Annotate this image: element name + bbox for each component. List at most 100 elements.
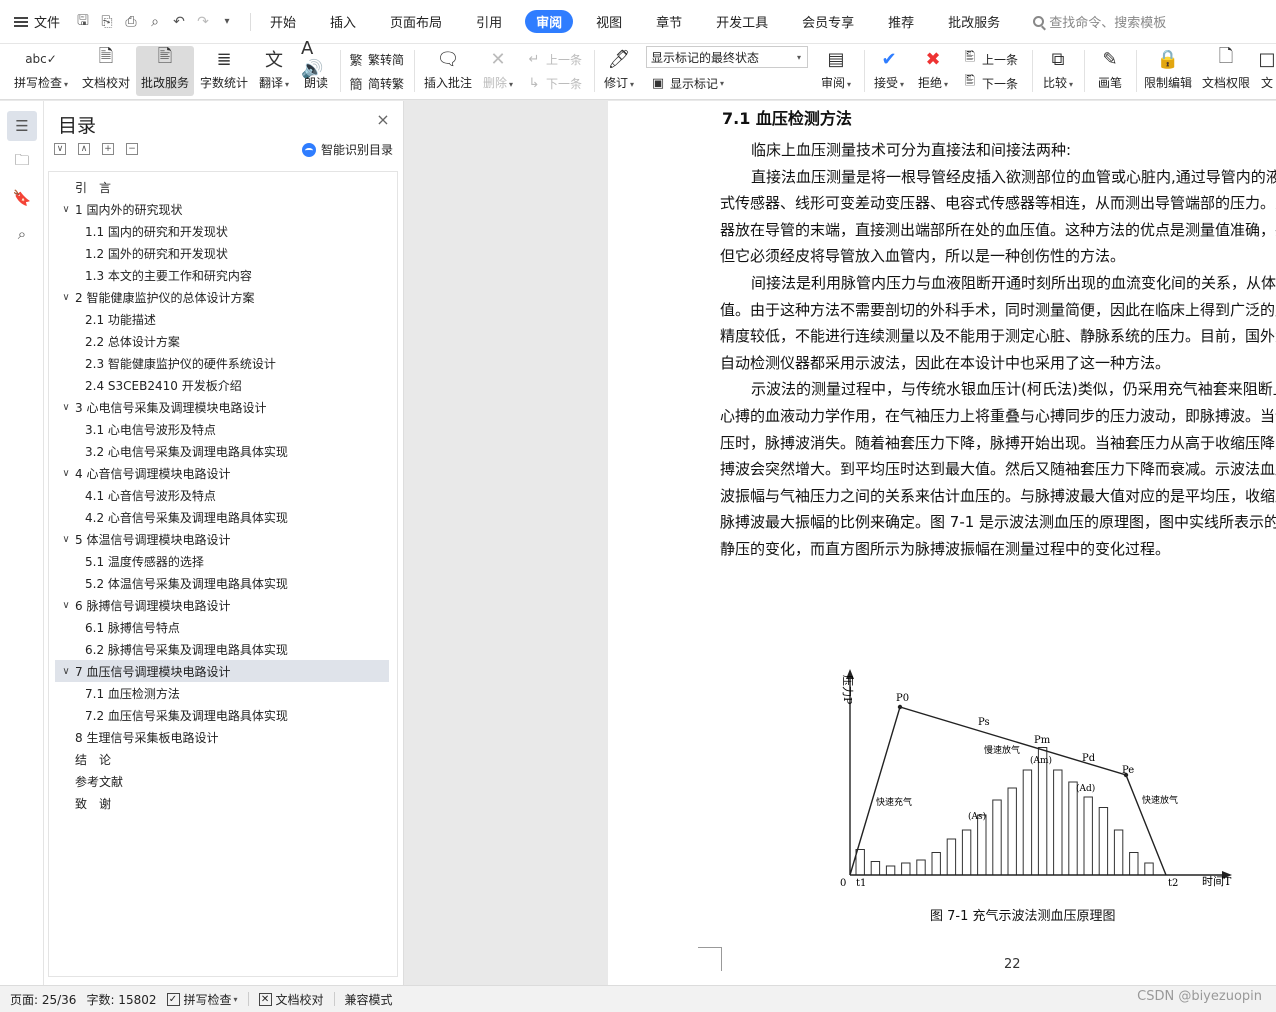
next-change-button[interactable]: 🖺 下一条 (962, 73, 1018, 93)
word-count-button[interactable]: ≣ 字数统计 (198, 46, 250, 96)
chevron-down-icon[interactable]: ∨ (61, 468, 71, 479)
toc-item[interactable]: 4.2 心音信号采集及调理电路具体实现 (55, 506, 389, 528)
bookmark-icon[interactable]: 🔖 (7, 183, 37, 213)
tab-2[interactable]: 页面布局 (379, 10, 453, 33)
toc-item[interactable]: 2.1 功能描述 (55, 308, 389, 330)
body-text[interactable]: 临床上血压测量技术可分为直接法和间接法两种: 直接法血压测量是将一根导管经皮插入欲… (720, 137, 1276, 563)
restrict-edit-button[interactable]: 🔒 限制编辑 (1142, 46, 1194, 96)
customize-dropdown-icon[interactable]: ▾ (218, 13, 236, 31)
toc-item[interactable]: 致 谢 (55, 792, 389, 814)
doc-proof-status[interactable]: ✕ 文档校对 (258, 991, 324, 1008)
translate-button[interactable]: 文 翻译 ▾ (256, 46, 292, 96)
spell-check-button[interactable]: abc✓ 拼写检查 ▾ (10, 46, 72, 96)
toc-item[interactable]: 参考文献 (55, 770, 389, 792)
toc-item[interactable]: 1.3 本文的主要工作和研究内容 (55, 264, 389, 286)
toc-item[interactable]: 6.2 脉搏信号采集及调理电路具体实现 (55, 638, 389, 660)
export-pdf-icon[interactable]: ⎘ (98, 13, 116, 31)
next-comment-button[interactable]: ↳ 下一条 (526, 73, 582, 93)
doc-proof-button[interactable]: 🗎 文档校对 (80, 46, 132, 96)
toc-item[interactable]: 引 言 (55, 176, 389, 198)
chevron-down-icon[interactable]: ∨ (61, 402, 71, 413)
chevron-down-icon[interactable]: ∨ (61, 204, 71, 215)
toc-nav-icon[interactable]: ☰ (7, 111, 37, 141)
word-count-indicator[interactable]: 字数: 15802 (86, 991, 156, 1008)
close-icon[interactable]: × (376, 112, 390, 128)
toc-item[interactable]: ∨ 1 国内外的研究现状 (55, 198, 389, 220)
compare-button[interactable]: ⧉ 比较 ▾ (1038, 46, 1078, 96)
reject-button[interactable]: ✖ 拒绝 ▾ (914, 46, 952, 96)
tab-7[interactable]: 开发工具 (705, 10, 779, 33)
command-search[interactable]: 查找命令、搜索模板 (1033, 12, 1166, 31)
chevron-down-icon[interactable]: ∨ (61, 292, 71, 303)
undo-icon[interactable]: ↶ (170, 13, 188, 31)
markup-mode-select[interactable]: 显示标记的最终状态 ▾ (646, 46, 808, 68)
chevron-down-icon[interactable]: ∨ (61, 666, 71, 677)
toc-item[interactable]: ∨ 5 体温信号调理模块电路设计 (55, 528, 389, 550)
toc-item[interactable]: 5.1 温度传感器的选择 (55, 550, 389, 572)
tab-5[interactable]: 视图 (585, 10, 633, 33)
toc-item[interactable]: 7.1 血压检测方法 (55, 682, 389, 704)
print-preview-icon[interactable]: ⌕ (146, 13, 164, 31)
collapse-all-icon[interactable]: ∨ (54, 143, 66, 155)
prev-change-button[interactable]: 🖺 上一条 (962, 49, 1018, 69)
pen-button[interactable]: ✎ 画笔 (1090, 46, 1130, 96)
add-heading-icon[interactable]: + (102, 143, 114, 155)
tab-4[interactable]: 审阅 (525, 10, 574, 33)
toc-item[interactable]: 1.1 国内的研究和开发现状 (55, 220, 389, 242)
expand-all-icon[interactable]: ∧ (78, 143, 90, 155)
toc-item[interactable]: 8 生理信号采集板电路设计 (55, 726, 389, 748)
toc-item[interactable]: 1.2 国外的研究和开发现状 (55, 242, 389, 264)
smart-toc-button[interactable]: 智能识别目录 (302, 141, 393, 158)
paragraph[interactable]: 示波法的测量过程中，与传统水银血压计(柯氏法)类似，仍采用充气袖套来阻断上臂动脉… (720, 376, 1276, 562)
document-area[interactable]: 7.1 血压检测方法 临床上血压测量技术可分为直接法和间接法两种: 直接法血压测量… (404, 101, 1276, 985)
chevron-down-icon[interactable]: ∨ (61, 600, 71, 611)
toc-item[interactable]: 2.3 智能健康监护仪的硬件系统设计 (55, 352, 389, 374)
toc-item[interactable]: 4.1 心音信号波形及特点 (55, 484, 389, 506)
toc-item[interactable]: 结 论 (55, 748, 389, 770)
remove-heading-icon[interactable]: − (126, 143, 138, 155)
toc-item[interactable]: ∨ 6 脉搏信号调理模块电路设计 (55, 594, 389, 616)
delete-comment-button[interactable]: ✕ 删除 ▾ (480, 46, 516, 96)
simp-convert-button[interactable]: 簡简转繁 (348, 73, 404, 93)
tab-9[interactable]: 推荐 (877, 10, 925, 33)
insert-comment-button[interactable]: 🗨 插入批注 (420, 46, 476, 96)
toc-item[interactable]: ∨ 7 血压信号调理模块电路设计 (55, 660, 389, 682)
review-service-button[interactable]: 🖹 批改服务 (136, 46, 194, 96)
toc-item[interactable]: ∨ 3 心电信号采集及调理模块电路设计 (55, 396, 389, 418)
review-pane-button[interactable]: ▤ 审阅 ▾ (816, 46, 856, 96)
menu-icon[interactable] (14, 16, 28, 27)
file-menu[interactable]: 文件 (34, 12, 60, 31)
tab-8[interactable]: 会员专享 (791, 10, 865, 33)
paragraph[interactable]: 直接法血压测量是将一根导管经皮插入欲测部位的血管或心脏内,通过导管内的液柱同放在… (720, 164, 1276, 270)
chapter-nav-icon[interactable]: 🗀 (7, 147, 37, 177)
tab-6[interactable]: 章节 (645, 10, 693, 33)
accept-button[interactable]: ✔ 接受 ▾ (870, 46, 908, 96)
tab-0[interactable]: 开始 (259, 10, 307, 33)
toc-item[interactable]: ∨ 4 心音信号调理模块电路设计 (55, 462, 389, 484)
toc-item[interactable]: 5.2 体温信号采集及调理电路具体实现 (55, 572, 389, 594)
tab-10[interactable]: 批改服务 (937, 10, 1011, 33)
track-changes-button[interactable]: 🖊 修订 ▾ (600, 46, 638, 96)
toc-item[interactable]: 3.1 心电信号波形及特点 (55, 418, 389, 440)
toc-item[interactable]: ∨ 2 智能健康监护仪的总体设计方案 (55, 286, 389, 308)
page-indicator[interactable]: 页面: 25/36 (10, 991, 76, 1008)
print-icon[interactable]: ⎙ (122, 13, 140, 31)
toc-item[interactable]: 7.2 血压信号采集及调理电路具体实现 (55, 704, 389, 726)
toc-item[interactable]: 2.4 S3CEB2410 开发板介绍 (55, 374, 389, 396)
more-button[interactable]: □ 文 (1258, 46, 1276, 96)
read-aloud-button[interactable]: A🔊 朗读 (298, 38, 334, 96)
search-nav-icon[interactable]: ⌕ (7, 219, 37, 249)
spell-check-status[interactable]: ✓ 拼写检查 ▾ (166, 991, 238, 1008)
tab-1[interactable]: 插入 (319, 10, 367, 33)
chevron-down-icon[interactable]: ∨ (61, 534, 71, 545)
toc-item[interactable]: 6.1 脉搏信号特点 (55, 616, 389, 638)
paragraph[interactable]: 间接法是利用脉管内压力与血液阻断开通时刻所出现的血流变化间的关系，从体表测出相应… (720, 270, 1276, 376)
redo-icon[interactable]: ↷ (194, 13, 212, 31)
tab-3[interactable]: 引用 (465, 10, 513, 33)
show-markup-button[interactable]: ▣ 显示标记 ▾ (650, 73, 724, 93)
document-page[interactable]: 7.1 血压检测方法 临床上血压测量技术可分为直接法和间接法两种: 直接法血压测量… (608, 101, 1276, 985)
prev-comment-button[interactable]: ↵ 上一条 (526, 49, 582, 69)
toc-item[interactable]: 3.2 心电信号采集及调理电路具体实现 (55, 440, 389, 462)
doc-permission-button[interactable]: 🗋 文档权限 (1200, 46, 1252, 96)
save-icon[interactable]: 🖫 (74, 13, 92, 31)
